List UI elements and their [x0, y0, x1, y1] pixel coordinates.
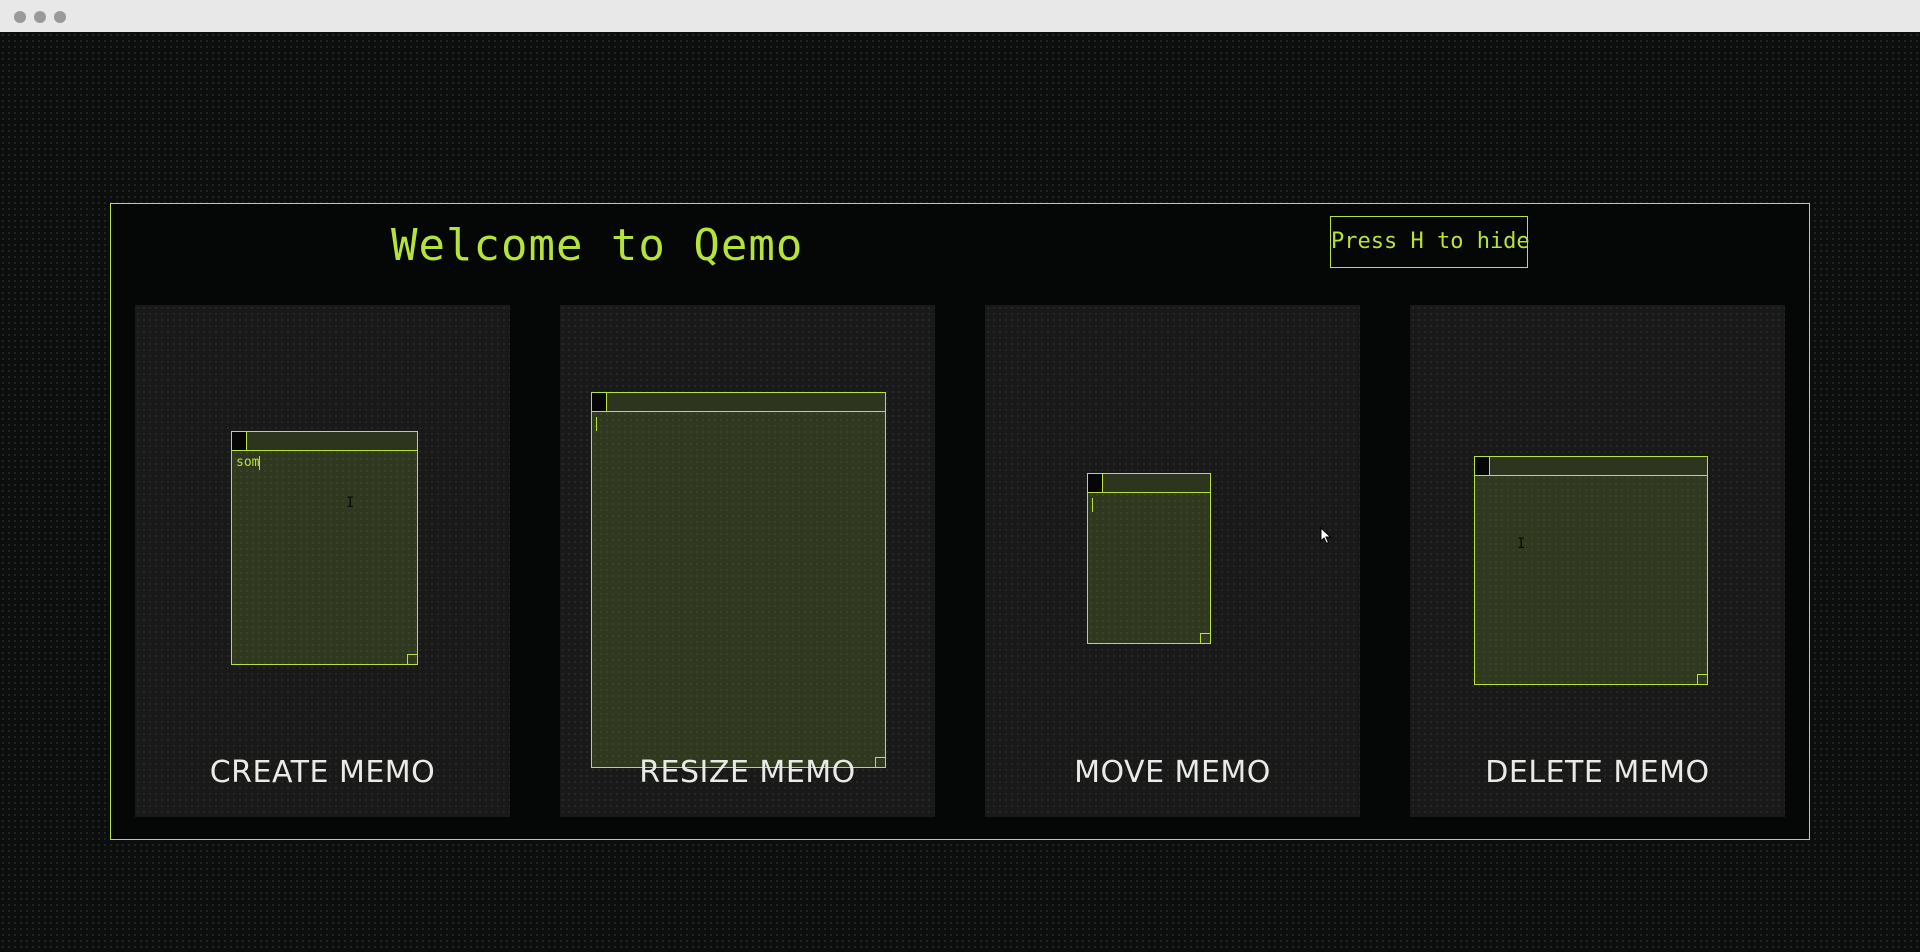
memo-window[interactable]: I — [1474, 456, 1708, 685]
memo-text-area[interactable]: som — [236, 455, 261, 471]
memo-window[interactable] — [1087, 473, 1211, 644]
memo-close-icon[interactable] — [232, 432, 247, 450]
memo-titlebar[interactable] — [1088, 474, 1210, 493]
memo-window[interactable]: som I — [231, 431, 418, 665]
text-caret — [596, 416, 597, 431]
card-resize-memo: RESIZE MEMO — [560, 305, 935, 817]
resize-handle-icon[interactable] — [1697, 674, 1707, 684]
memo-close-icon[interactable] — [1475, 457, 1490, 475]
memo-close-icon[interactable] — [592, 393, 607, 411]
memo-titlebar[interactable] — [232, 432, 417, 451]
card-move-memo: MOVE MEMO — [985, 305, 1360, 817]
resize-handle-icon[interactable] — [407, 654, 417, 664]
card-create-memo: som I CREATE MEMO — [135, 305, 510, 817]
i-beam-cursor-icon: I — [346, 495, 355, 511]
welcome-title: Welcome to Qemo — [391, 220, 804, 271]
card-label: MOVE MEMO — [1074, 755, 1271, 790]
memo-text-area[interactable] — [596, 416, 597, 432]
text-caret — [1092, 497, 1093, 512]
window-title-bar — [0, 0, 1920, 32]
card-label: DELETE MEMO — [1485, 755, 1710, 790]
text-caret — [259, 455, 261, 470]
arrow-pointer-icon — [1320, 527, 1332, 545]
memo-text-area[interactable] — [1092, 497, 1093, 513]
memo-canvas[interactable]: Welcome to Qemo Press H to hide som I CR… — [0, 32, 1920, 952]
hide-hint-badge: Press H to hide — [1330, 216, 1530, 268]
window-zoom-dot[interactable] — [54, 11, 66, 23]
card-delete-memo: I DELETE MEMO — [1410, 305, 1785, 817]
resize-handle-icon[interactable] — [1200, 633, 1210, 643]
i-beam-cursor-icon: I — [1517, 536, 1526, 552]
memo-titlebar[interactable] — [1475, 457, 1707, 476]
memo-close-icon[interactable] — [1088, 474, 1103, 492]
card-label: CREATE MEMO — [209, 755, 436, 790]
memo-text: som — [236, 455, 260, 470]
memo-window[interactable] — [591, 392, 886, 768]
window-close-dot[interactable] — [14, 11, 26, 23]
memo-titlebar[interactable] — [592, 393, 885, 412]
window-minimize-dot[interactable] — [34, 11, 46, 23]
onboarding-panel: Welcome to Qemo Press H to hide som I CR… — [110, 203, 1810, 840]
card-label: RESIZE MEMO — [639, 755, 856, 790]
